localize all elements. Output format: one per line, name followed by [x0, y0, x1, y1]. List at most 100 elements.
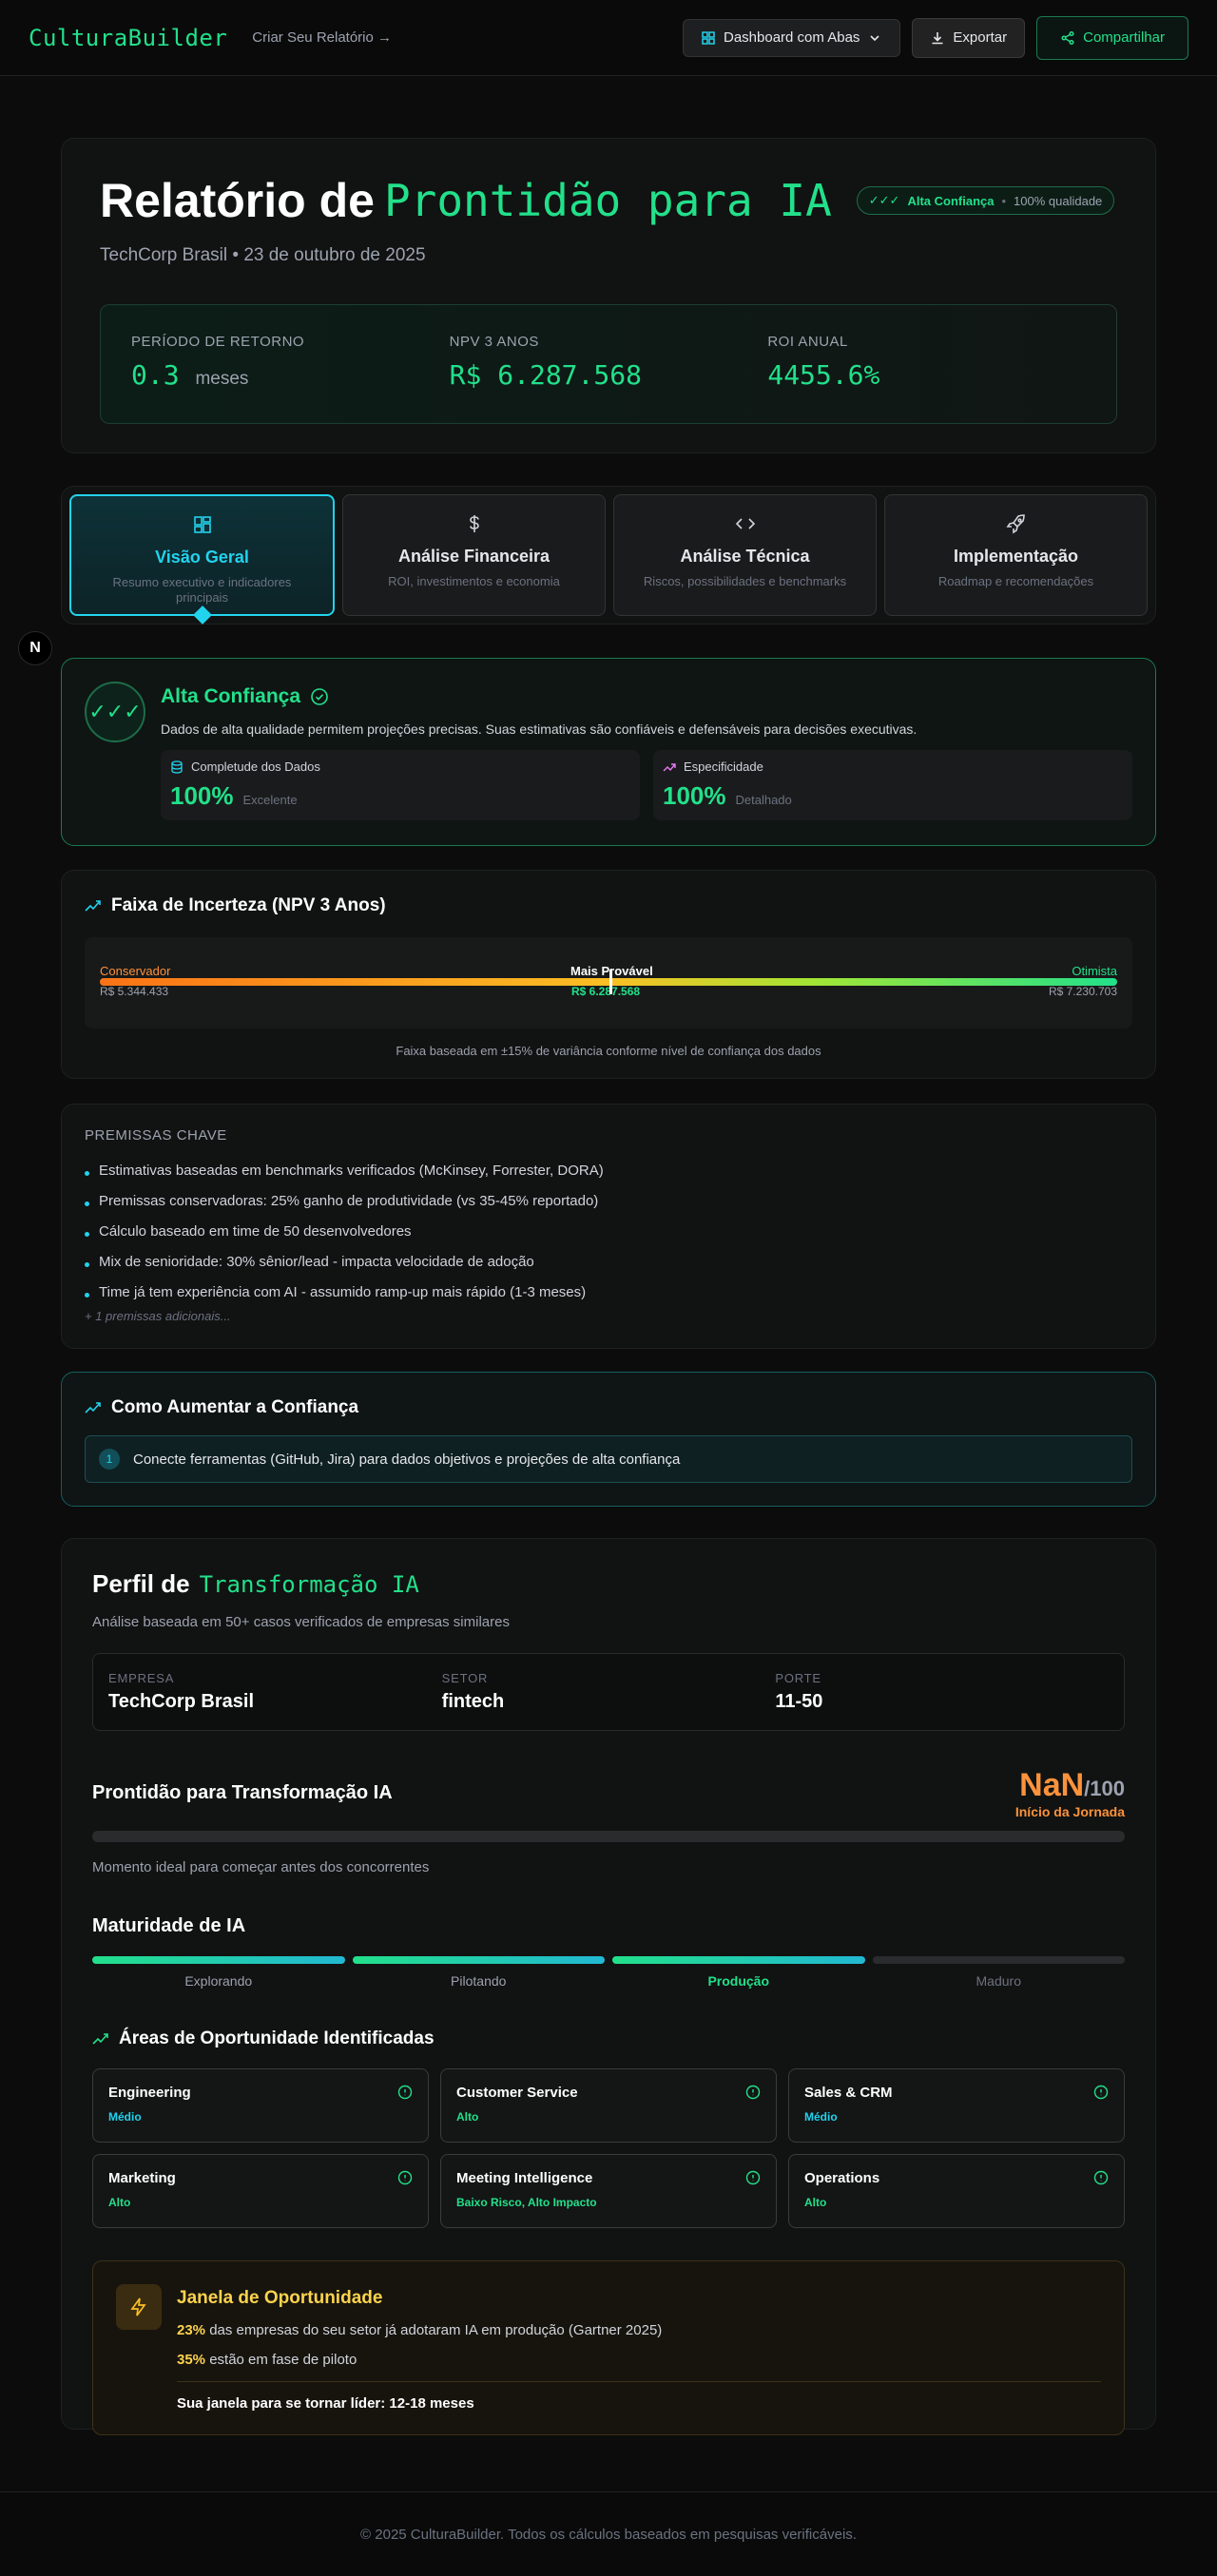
- hero-card: Relatório de Prontidão para IA ✓✓✓ Alta …: [61, 138, 1156, 453]
- tab-title: Análise Financeira: [397, 547, 551, 566]
- stage-piloting: Pilotando: [352, 1956, 605, 1989]
- code-icon: [735, 518, 755, 529]
- list-item: 1 Conecte ferramentas (GitHub, Jira) par…: [85, 1435, 1132, 1483]
- list-item: Estimativas baseadas em benchmarks verif…: [85, 1155, 1132, 1185]
- likely-value: R$ 6.287.568: [571, 985, 641, 998]
- page-title: Relatório de: [100, 174, 375, 227]
- chevron-down-icon: [870, 34, 879, 41]
- view-selector-dropdown[interactable]: Dashboard com Abas: [683, 18, 901, 57]
- footer: © 2025 CulturaBuilder. Todos os cálculos…: [0, 2491, 1217, 2576]
- info-icon[interactable]: [745, 2170, 761, 2185]
- check-circle-icon: [311, 688, 328, 705]
- maturity-title: Maturidade de IA: [92, 1915, 246, 1936]
- trend-up-icon: [85, 1402, 101, 1413]
- more-premises[interactable]: + 1 premissas adicionais...: [85, 1309, 1132, 1323]
- export-label: Exportar: [953, 29, 1008, 46]
- info-icon[interactable]: [745, 2085, 761, 2100]
- tab-technical[interactable]: Análise Técnica Riscos, possibilidades e…: [613, 494, 877, 616]
- opportunity-window-title: Janela de Oportunidade: [177, 2288, 383, 2308]
- page-title-accent: Prontidão para IA: [383, 175, 832, 226]
- stat-value: 100% Detalhado: [663, 781, 792, 810]
- metric-roi: ROI ANUAL 4455.6%: [767, 334, 1086, 394]
- floating-n-button[interactable]: N: [18, 631, 52, 665]
- confidence-check-icon: ✓✓✓: [85, 682, 145, 742]
- info-icon[interactable]: [397, 2170, 413, 2185]
- report-subtitle: TechCorp Brasil • 23 de outubro de 2025: [100, 245, 426, 265]
- rocket-icon: [1006, 514, 1025, 534]
- range-visual: Conservador R$ 5.344.433 Mais Provável R…: [85, 937, 1132, 1028]
- stat-specificity: Especificidade 100% Detalhado: [653, 750, 1132, 820]
- confidence-title: Alta Confiança: [161, 685, 1132, 708]
- confidence-body: Alta Confiança Dados de alta qualidade p…: [161, 682, 1132, 820]
- company-name: EMPRESA TechCorp Brasil: [108, 1671, 254, 1712]
- info-icon[interactable]: [1093, 2085, 1109, 2100]
- dollar-icon: [469, 515, 479, 532]
- stage-exploring: Explorando: [92, 1956, 345, 1989]
- section-title: Como Aumentar a Confiança: [85, 1397, 1132, 1418]
- likely-marker: [609, 970, 612, 994]
- tab-overview[interactable]: Visão Geral Resumo executivo e indicador…: [69, 494, 335, 625]
- tab-title: Visão Geral: [155, 548, 249, 567]
- confidence-badge-label: Alta Confiança: [907, 193, 995, 208]
- list-item: Cálculo baseado em time de 50 desenvolve…: [85, 1216, 1132, 1246]
- list-item: Premissas conservadoras: 25% ganho de pr…: [85, 1185, 1132, 1216]
- trend-up-icon: [92, 2033, 108, 2045]
- leadership-window: Sua janela para se tornar líder: 12-18 m…: [177, 2395, 474, 2412]
- tab-desc: Resumo executivo e indicadores principai…: [112, 575, 292, 605]
- company-size: PORTE 11-50: [775, 1671, 823, 1712]
- area-card[interactable]: Engineering Médio: [92, 2068, 429, 2143]
- confidence-badge: ✓✓✓ Alta Confiança • 100% qualidade: [856, 186, 1115, 215]
- info-icon[interactable]: [397, 2085, 413, 2100]
- tab-desc: ROI, investimentos e economia: [388, 574, 560, 588]
- hero-title-row: Relatório de Prontidão para IA ✓✓✓ Alta …: [100, 173, 1117, 228]
- transformation-profile-card: Perfil de Transformação IA Análise basea…: [61, 1538, 1156, 2435]
- list-item: Time já tem experiência com AI - assumid…: [85, 1277, 1132, 1307]
- stat-value: 100% Excelente: [170, 781, 298, 810]
- readiness-stage: Início da Jornada: [1014, 1804, 1125, 1819]
- readiness-row: Prontidão para Transformação IA NaN/100 …: [92, 1767, 1125, 1819]
- profile-subtitle: Análise baseada em 50+ casos verificados…: [92, 1614, 510, 1630]
- conservative-label: Conservador: [100, 964, 171, 978]
- create-report-link[interactable]: Criar Seu Relatório →: [252, 29, 392, 46]
- metric-npv: NPV 3 ANOS R$ 6.287.568: [450, 334, 768, 394]
- metric-label: NPV 3 ANOS: [449, 334, 539, 350]
- info-icon[interactable]: [1093, 2170, 1109, 2185]
- metric-value: R$ 6.287.568: [449, 359, 642, 391]
- stage-production: Produção: [612, 1956, 865, 1989]
- section-title: Faixa de Incerteza (NPV 3 Anos): [85, 895, 1132, 916]
- download-icon: [932, 31, 943, 44]
- share-label: Compartilhar: [1083, 29, 1165, 46]
- metric-label: ROI ANUAL: [767, 334, 848, 350]
- check-icon: ✓✓✓: [868, 193, 900, 207]
- range-gradient-bar: [100, 978, 1117, 986]
- premises-list: Estimativas baseadas em benchmarks verif…: [85, 1155, 1132, 1307]
- tab-implementation[interactable]: Implementação Roadmap e recomendações: [884, 494, 1148, 616]
- section-tabs: Visão Geral Resumo executivo e indicador…: [61, 486, 1156, 625]
- company-info: EMPRESA TechCorp Brasil SETOR fintech PORT…: [92, 1653, 1125, 1731]
- area-card[interactable]: Marketing Alto: [92, 2154, 429, 2228]
- tab-desc: Riscos, possibilidades e benchmarks: [643, 574, 847, 588]
- dashboard-icon: [193, 516, 211, 533]
- premises-title: PREMISSAS CHAVE: [85, 1127, 227, 1144]
- opportunity-window-body: Janela de Oportunidade 23% das empresas …: [177, 2284, 1101, 2412]
- confidence-stats: Completude dos Dados 100% Excelente Espe…: [161, 750, 1132, 820]
- confidence-description: Dados de alta qualidade permitem projeçõ…: [161, 721, 918, 737]
- export-button[interactable]: Exportar: [912, 17, 1026, 58]
- share-icon: [1061, 30, 1074, 45]
- metric-label: PERÍODO DE RETORNO: [131, 334, 305, 350]
- area-card[interactable]: Customer Service Alto: [440, 2068, 777, 2143]
- brand-logo[interactable]: CulturaBuilder: [29, 25, 227, 51]
- area-card[interactable]: Operations Alto: [788, 2154, 1125, 2228]
- opportunity-areas-title: Áreas de Oportunidade Identificadas: [92, 2028, 1125, 2049]
- list-item: Mix de senioridade: 30% sênior/lead - im…: [85, 1246, 1132, 1277]
- tab-financial[interactable]: Análise Financeira ROI, investimentos e …: [342, 494, 606, 616]
- area-card[interactable]: Meeting Intelligence Baixo Risco, Alto I…: [440, 2154, 777, 2228]
- step-text: Conecte ferramentas (GitHub, Jira) para …: [133, 1451, 681, 1468]
- area-card[interactable]: Sales & CRM Médio: [788, 2068, 1125, 2143]
- dashboard-icon: [702, 30, 715, 45]
- top-actions: Dashboard com Abas Exportar Compartilhar: [683, 15, 1188, 60]
- adoption-stat: 23% das empresas do seu setor já adotara…: [177, 2322, 663, 2338]
- optimistic-label: Otimista: [1072, 964, 1117, 978]
- optimistic-value: R$ 7.230.703: [1048, 985, 1117, 998]
- share-button[interactable]: Compartilhar: [1036, 15, 1188, 60]
